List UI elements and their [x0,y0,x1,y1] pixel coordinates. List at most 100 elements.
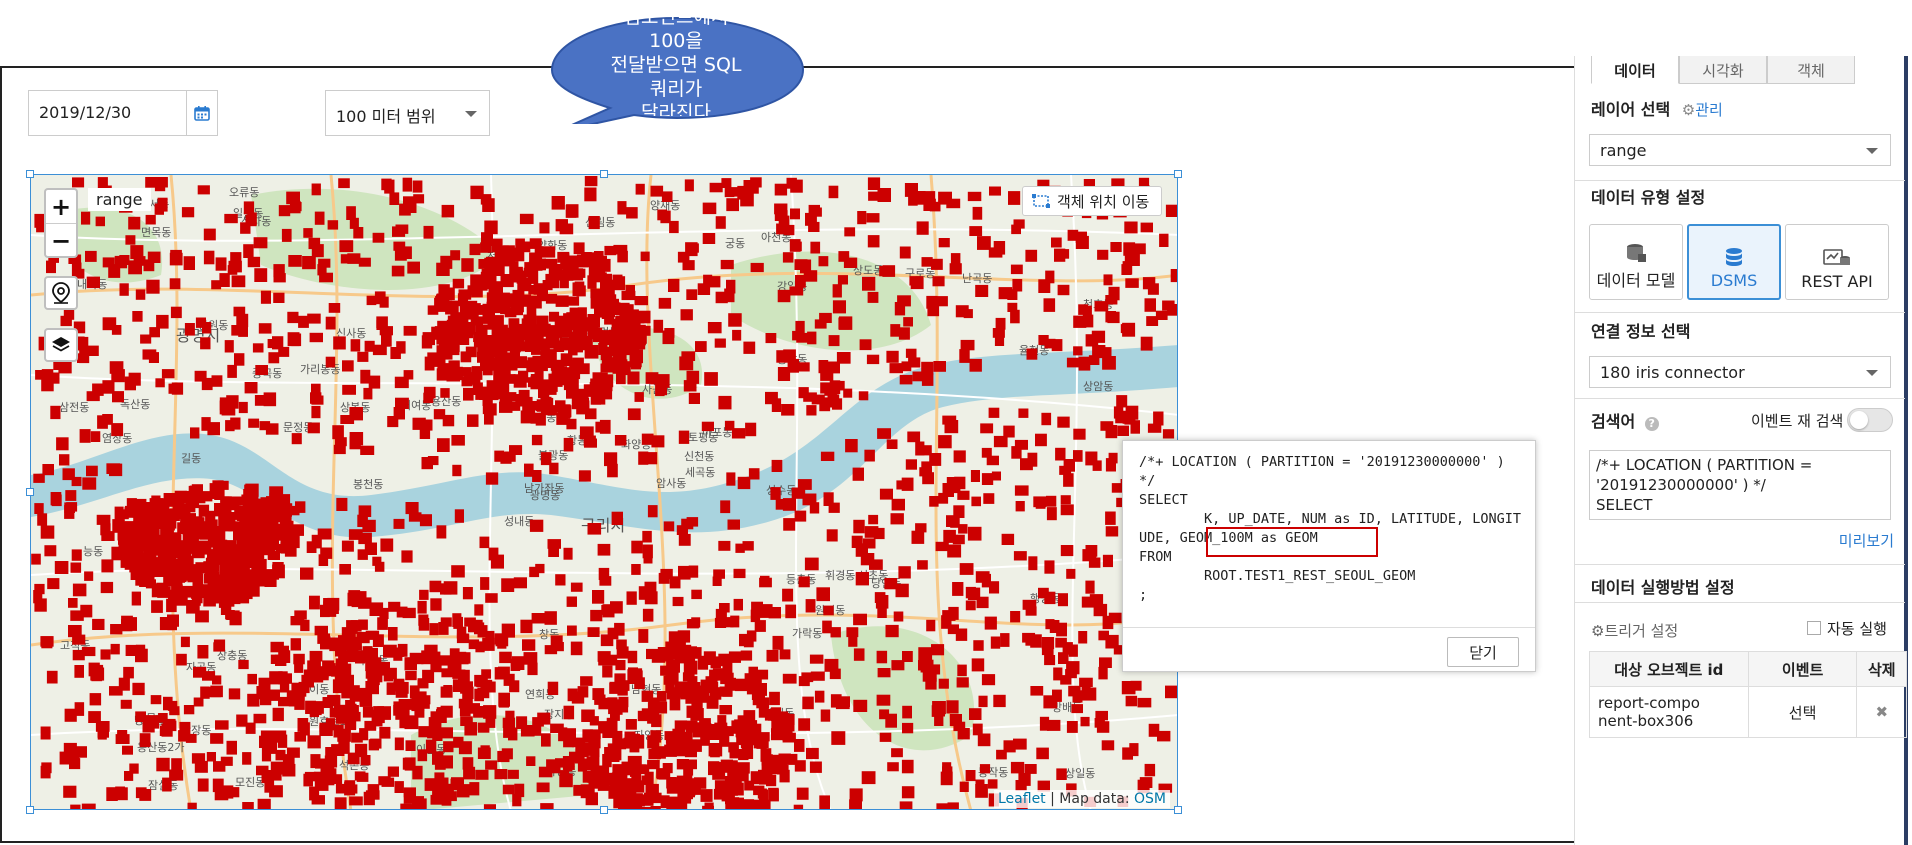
range-square [947,544,962,558]
tab-object[interactable]: 객체 [1767,56,1855,84]
range-square [1105,526,1119,537]
range-square [953,450,966,463]
leaflet-link[interactable]: Leaflet [998,791,1046,807]
layers-button[interactable] [44,328,78,362]
range-square [92,383,104,396]
map-view[interactable]: 구리시광명시광명동교문동토평동수택동아천동고덕동강일동암사동신사동상일동길동천호… [30,174,1178,810]
range-square [294,732,306,742]
place-label: 가락동 [792,627,822,640]
range-square [1105,458,1116,472]
range-square [314,211,325,225]
range-square [344,717,357,731]
zoom-out-button[interactable]: − [46,224,76,257]
range-square [750,262,764,273]
range-square [111,369,125,383]
tab-data[interactable]: 데이터 [1591,56,1679,84]
resize-handle-se[interactable] [1174,806,1182,814]
data-type-rest-api[interactable]: REST API [1785,224,1889,300]
range-square [151,600,163,613]
range-square [765,333,777,344]
range-square [501,332,514,342]
range-square [853,613,867,626]
range-square [938,678,949,689]
range-square [1010,309,1020,324]
range-square [718,395,732,410]
resize-handle-ne[interactable] [1174,170,1182,178]
osm-link[interactable]: OSM [1134,791,1166,807]
map-tiles[interactable]: 구리시광명시광명동교문동토평동수택동아천동고덕동강일동암사동신사동상일동길동천호… [31,175,1178,810]
range-square [394,737,404,751]
query-textarea[interactable]: /*+ LOCATION ( PARTITION = '201912300000… [1589,450,1891,520]
range-square [544,611,557,625]
range-square [1099,657,1112,668]
range-square [1030,686,1044,696]
data-type-dsms-label: DSMS [1710,271,1758,290]
auto-run-checkbox[interactable] [1807,621,1821,635]
resize-handle-w[interactable] [26,488,34,496]
range-square [879,266,890,277]
date-value[interactable]: 2019/12/30 [39,103,131,122]
range-square [1045,619,1055,630]
range-square [307,735,321,749]
connection-select[interactable]: 180 iris connector [1589,356,1891,388]
range-square [899,246,911,259]
range-square [1056,622,1067,637]
range-square [455,653,469,665]
range-square [818,256,829,267]
range-square [358,532,372,545]
range-square [754,669,769,680]
range-square [598,765,610,775]
range-square [311,183,321,196]
preview-link[interactable]: 미리보기 [1839,530,1894,551]
help-icon[interactable]: ? [1644,417,1659,431]
delete-icon[interactable]: ✖ [1856,686,1907,738]
tab-visualization[interactable]: 시각화 [1679,56,1767,84]
range-square [183,256,195,270]
range-square [534,247,545,257]
range-square [358,257,371,267]
trigger-setting[interactable]: ⚙트리거 설정 [1591,620,1678,641]
resize-handle-sw[interactable] [26,806,34,814]
range-square [485,593,498,603]
resize-handle-n[interactable] [600,170,608,178]
range-square [1001,533,1015,545]
date-picker[interactable]: 2019/12/30 [28,90,218,136]
data-type-model[interactable]: 데이터 모델 [1589,224,1683,300]
range-square [861,771,876,785]
manage-link[interactable]: ⚙관리 [1682,101,1723,119]
range-square [474,674,486,687]
resize-handle-nw[interactable] [26,170,34,178]
range-square [1063,459,1075,472]
close-button[interactable]: 닫기 [1447,637,1519,667]
range-square [587,627,600,637]
calendar-icon[interactable] [186,91,217,135]
range-square [376,320,386,330]
range-square [952,582,964,596]
range-square [651,649,666,663]
range-square [625,285,635,297]
range-select[interactable]: 100 미터 범위 [325,90,490,136]
range-square [563,437,574,452]
location-marker-button[interactable] [44,276,78,310]
range-square [1026,348,1038,360]
range-square [1085,580,1095,594]
attribution-separator: | Map data: [1045,791,1134,807]
range-square [599,330,610,340]
move-object-button[interactable]: 객체 위치 이동 [1022,186,1162,216]
data-type-dsms[interactable]: DSMS [1687,224,1781,300]
event-research-toggle[interactable] [1847,408,1893,432]
range-square [651,746,663,759]
range-square [54,561,69,574]
range-square [74,665,84,678]
range-square [978,695,988,708]
layer-select[interactable]: range [1589,134,1891,166]
range-square [610,707,620,721]
range-square [898,566,911,579]
zoom-in-button[interactable]: + [46,190,76,224]
resize-handle-s[interactable] [600,806,608,814]
range-square [302,256,316,270]
range-square [328,303,341,313]
range-square [1051,339,1063,352]
database-icon [1726,248,1742,266]
range-square [42,464,54,476]
